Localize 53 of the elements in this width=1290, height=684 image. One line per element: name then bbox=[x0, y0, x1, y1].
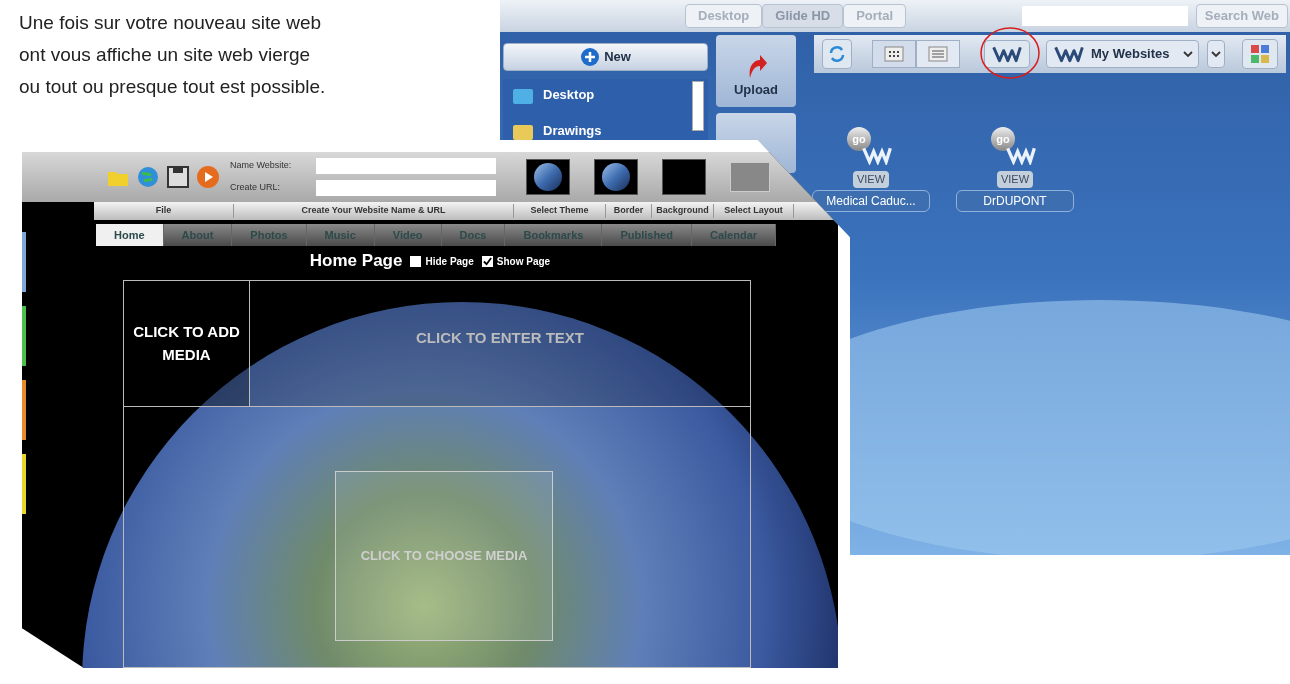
websites-dropdown[interactable]: My Websites bbox=[1046, 40, 1199, 68]
field-label: Create URL: bbox=[230, 181, 282, 195]
page-option[interactable]: Show Page bbox=[481, 253, 551, 269]
grid-icon bbox=[884, 46, 904, 62]
view-label[interactable]: VIEW bbox=[852, 171, 890, 188]
text-field[interactable] bbox=[316, 158, 496, 174]
check-icon bbox=[482, 256, 492, 266]
text-field[interactable] bbox=[316, 180, 496, 196]
scrollbar bbox=[692, 81, 704, 131]
apps-button[interactable] bbox=[1242, 39, 1278, 69]
view-label[interactable]: VIEW bbox=[996, 171, 1034, 188]
checkbox[interactable] bbox=[410, 255, 422, 267]
menu-item[interactable]: File bbox=[94, 204, 234, 218]
refresh-icon bbox=[827, 44, 847, 64]
page-option[interactable]: Hide Page bbox=[410, 253, 474, 269]
search-field[interactable] bbox=[1021, 6, 1188, 26]
menu-item[interactable]: Border bbox=[606, 204, 652, 218]
upload-button[interactable]: Upload bbox=[716, 35, 796, 107]
background-swatch[interactable] bbox=[662, 159, 706, 195]
theme-thumbnail[interactable] bbox=[526, 159, 570, 195]
list-icon bbox=[928, 46, 948, 62]
intro-paragraph: Une fois sur votre nouveau site web ont vous affiche un site web vierge ou tout ou presque tout est possible. bbox=[19, 11, 326, 99]
globe-icon[interactable] bbox=[136, 165, 160, 189]
page-tab[interactable]: Home bbox=[96, 224, 164, 246]
shortcut-label[interactable]: Medical Caduc... bbox=[812, 189, 930, 212]
border-thumbnail[interactable] bbox=[594, 159, 638, 195]
menu-item[interactable]: Select Theme bbox=[514, 204, 606, 218]
sidebar-item[interactable]: Desktop bbox=[511, 83, 708, 107]
new-button[interactable]: New bbox=[503, 43, 708, 71]
layout-thumbnail[interactable] bbox=[730, 162, 770, 192]
apps-grid-icon bbox=[1250, 44, 1270, 64]
chevron-down-icon bbox=[1209, 48, 1222, 60]
list-view-button[interactable] bbox=[916, 40, 960, 68]
web-logo-icon bbox=[991, 44, 1023, 64]
plus-icon bbox=[580, 47, 601, 67]
shortcut-label[interactable]: DrDUPONT bbox=[956, 189, 1074, 212]
page-title: Home Page bbox=[309, 250, 403, 273]
web-button[interactable] bbox=[984, 40, 1030, 68]
menu-item[interactable]: Background bbox=[652, 204, 714, 218]
grid-view-button[interactable] bbox=[872, 40, 916, 68]
refresh-button[interactable] bbox=[822, 39, 852, 69]
save-icon[interactable] bbox=[166, 165, 190, 189]
sidebar-item[interactable]: Drawings bbox=[511, 119, 708, 143]
text-block[interactable]: CLICK TO ENTER TEXT bbox=[250, 280, 751, 407]
menu-item[interactable]: Select Layout bbox=[714, 204, 794, 218]
dropdown-button[interactable] bbox=[1206, 40, 1225, 68]
media-block[interactable]: CLICK TO ADD MEDIA bbox=[123, 280, 250, 407]
field-label: Name Website: bbox=[230, 159, 293, 173]
annotation-circle bbox=[978, 25, 1042, 81]
chevron-down-icon bbox=[1181, 48, 1194, 60]
checkbox[interactable] bbox=[481, 255, 493, 267]
menu-item[interactable]: Create Your Website Name & URL bbox=[234, 204, 514, 218]
play-icon[interactable] bbox=[196, 165, 220, 189]
